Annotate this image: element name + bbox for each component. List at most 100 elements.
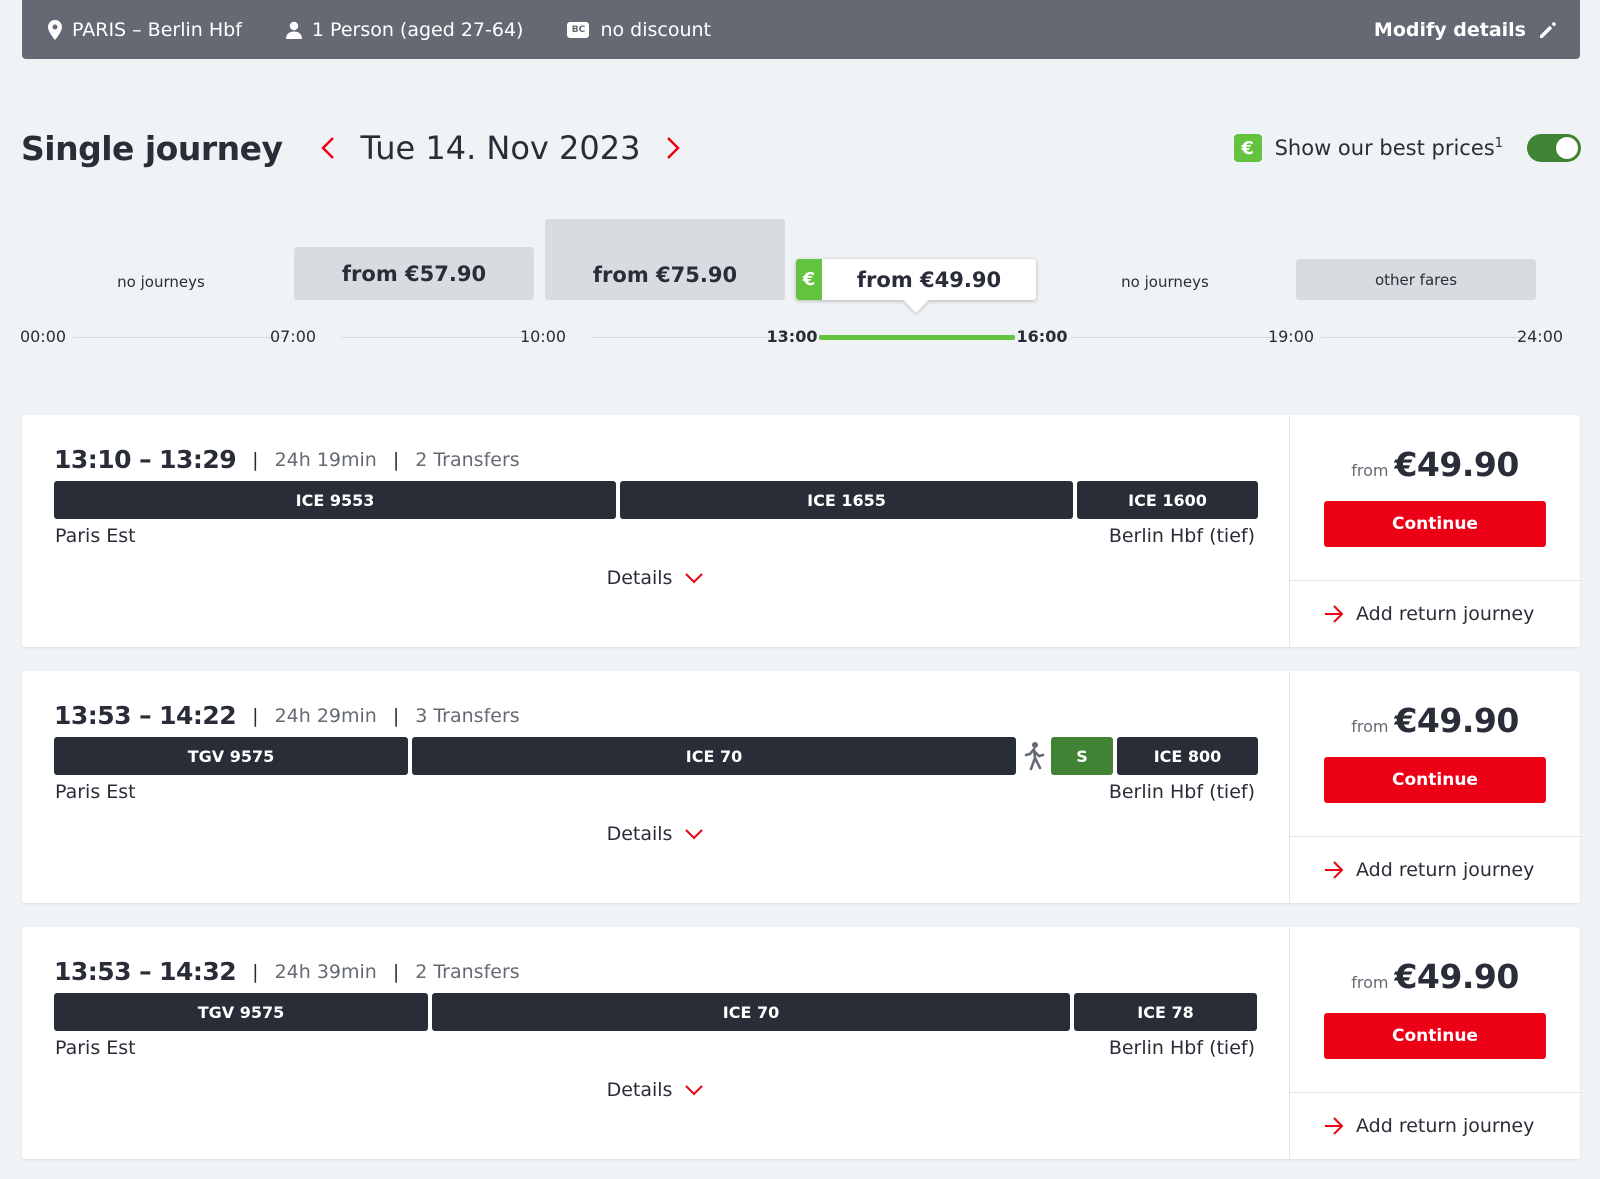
- journey-summary: 13:10 – 13:29 | 24h 19min | 2 Transfers: [54, 445, 520, 474]
- arrow-right-icon: [1325, 605, 1344, 623]
- passenger-summary: 1 Person (aged 27-64): [285, 18, 524, 41]
- arrow-right-icon: [1325, 1117, 1344, 1135]
- journey-card: 13:53 – 14:32 | 24h 39min | 2 Transfers …: [22, 927, 1580, 1159]
- timeline-slot[interactable]: from €75.90: [545, 219, 785, 300]
- journey-summary: 13:53 – 14:22 | 24h 29min | 3 Transfers: [54, 701, 520, 730]
- time-dash: –: [139, 445, 152, 474]
- origin-station: Paris Est: [55, 525, 136, 547]
- continue-button[interactable]: Continue: [1324, 1013, 1546, 1059]
- details-toggle[interactable]: Details: [607, 1079, 705, 1101]
- destination-station: Berlin Hbf (tief): [1108, 1037, 1255, 1059]
- chevron-down-icon: [685, 1085, 704, 1096]
- route-summary: PARIS – Berlin Hbf: [48, 19, 242, 41]
- add-return-journey-link[interactable]: Add return journey: [1290, 1092, 1580, 1159]
- euro-icon: €: [1233, 134, 1262, 162]
- time-dash: –: [139, 701, 152, 730]
- timeline-tick: 19:00: [1267, 327, 1315, 346]
- timeline-slot-label: from €57.90: [341, 261, 487, 286]
- previous-day-button[interactable]: [317, 133, 339, 163]
- price-prefix: from: [1351, 717, 1389, 736]
- transfer-count: 3 Transfers: [415, 704, 520, 727]
- person-icon: [285, 21, 302, 39]
- add-return-label: Add return journey: [1356, 1115, 1535, 1137]
- details-label: Details: [606, 1079, 673, 1101]
- price-amount: €49.90: [1394, 957, 1519, 996]
- best-prices-toggle[interactable]: [1527, 134, 1581, 162]
- timeline-axis: [1321, 337, 1527, 338]
- separator: |: [252, 704, 259, 727]
- timeline-tick: 07:00: [269, 327, 317, 346]
- journey-duration: 24h 39min: [274, 960, 377, 983]
- train-segment: ICE 1600: [1077, 481, 1258, 519]
- selected-date[interactable]: Tue 14. Nov 2023: [361, 129, 641, 167]
- journey-info: 13:10 – 13:29 | 24h 19min | 2 Transfers …: [22, 415, 1290, 647]
- time-dash: –: [139, 957, 152, 986]
- destination-station: Berlin Hbf (tief): [1108, 525, 1255, 547]
- bahncard-icon: BC: [567, 21, 590, 38]
- add-return-journey-link[interactable]: Add return journey: [1290, 580, 1580, 647]
- timeline-slot-label: from €75.90: [592, 262, 738, 287]
- arrow-right-icon: [1325, 861, 1344, 879]
- chevron-right-icon: [667, 137, 681, 159]
- passenger-text: 1 Person (aged 27-64): [311, 18, 524, 41]
- modify-details-label: Modify details: [1373, 18, 1526, 41]
- continue-button[interactable]: Continue: [1324, 501, 1546, 547]
- chevron-down-icon: [685, 573, 704, 584]
- timeline-active-range: [819, 335, 1015, 340]
- date-navigator: Tue 14. Nov 2023: [317, 129, 685, 167]
- price-prefix: from: [1351, 973, 1389, 992]
- train-segment: ICE 78: [1074, 993, 1257, 1031]
- details-toggle[interactable]: Details: [607, 567, 705, 589]
- euro-icon: €: [796, 259, 822, 300]
- timeline-tick: 16:00: [1016, 327, 1068, 346]
- transfer-count: 2 Transfers: [415, 448, 520, 471]
- separator: |: [252, 960, 259, 983]
- timeline-slot[interactable]: from €57.90: [294, 247, 534, 300]
- best-prices-control: € Show our best prices1: [1233, 134, 1581, 162]
- timeline-slot[interactable]: other fares: [1296, 259, 1536, 300]
- train-segment: ICE 1655: [620, 481, 1073, 519]
- search-summary-bar: PARIS – Berlin Hbf 1 Person (aged 27-64)…: [22, 0, 1580, 59]
- origin-station: Paris Est: [55, 781, 136, 803]
- footnote-marker: 1: [1494, 136, 1503, 151]
- chevron-left-icon: [320, 137, 334, 159]
- departure-time: 13:10: [54, 445, 132, 474]
- journey-heading: Single journey Tue 14. Nov 2023 € Show o…: [21, 118, 1581, 178]
- discount-summary: BC no discount: [567, 19, 711, 41]
- details-row: Details: [22, 1079, 1289, 1101]
- timeline-axis: [591, 337, 783, 338]
- separator: |: [252, 448, 259, 471]
- train-segments: ICE 9553 ICE 1655 ICE 1600: [54, 481, 1258, 519]
- train-segment: TGV 9575: [54, 737, 408, 775]
- modify-details-button[interactable]: Modify details: [1374, 19, 1558, 41]
- price-amount: €49.90: [1394, 445, 1519, 484]
- arrival-time: 14:22: [159, 701, 237, 730]
- best-prices-label: Show our best prices1: [1275, 136, 1503, 160]
- journey-card: 13:53 – 14:22 | 24h 29min | 3 Transfers …: [22, 671, 1580, 903]
- add-return-journey-link[interactable]: Add return journey: [1290, 836, 1580, 903]
- price-display: from €49.90: [1290, 957, 1580, 996]
- arrival-time: 14:32: [159, 957, 237, 986]
- pencil-icon: [1540, 21, 1556, 38]
- toggle-knob: [1556, 137, 1578, 159]
- train-segment: ICE 70: [412, 737, 1016, 775]
- details-toggle[interactable]: Details: [607, 823, 705, 845]
- add-return-label: Add return journey: [1356, 859, 1535, 881]
- details-row: Details: [22, 567, 1289, 589]
- location-pin-icon: [48, 19, 62, 40]
- next-day-button[interactable]: [662, 133, 684, 163]
- add-return-label: Add return journey: [1356, 603, 1535, 625]
- separator: |: [392, 704, 400, 727]
- journey-info: 13:53 – 14:22 | 24h 29min | 3 Transfers …: [22, 671, 1290, 903]
- timeline-tick: 00:00: [19, 327, 67, 346]
- booking-panel: from €49.90 Continue Add return journey: [1290, 415, 1580, 647]
- train-segment: ICE 9553: [54, 481, 616, 519]
- price-timeline: no journeys from €57.90 from €75.90 € fr…: [19, 215, 1581, 355]
- timeline-tick: 13:00: [766, 327, 818, 346]
- details-label: Details: [606, 823, 673, 845]
- booking-panel: from €49.90 Continue Add return journey: [1290, 671, 1580, 903]
- timeline-slot-selected[interactable]: € from €49.90: [796, 259, 1036, 313]
- continue-button[interactable]: Continue: [1324, 757, 1546, 803]
- page-title: Single journey: [21, 128, 283, 168]
- train-segment: TGV 9575: [54, 993, 428, 1031]
